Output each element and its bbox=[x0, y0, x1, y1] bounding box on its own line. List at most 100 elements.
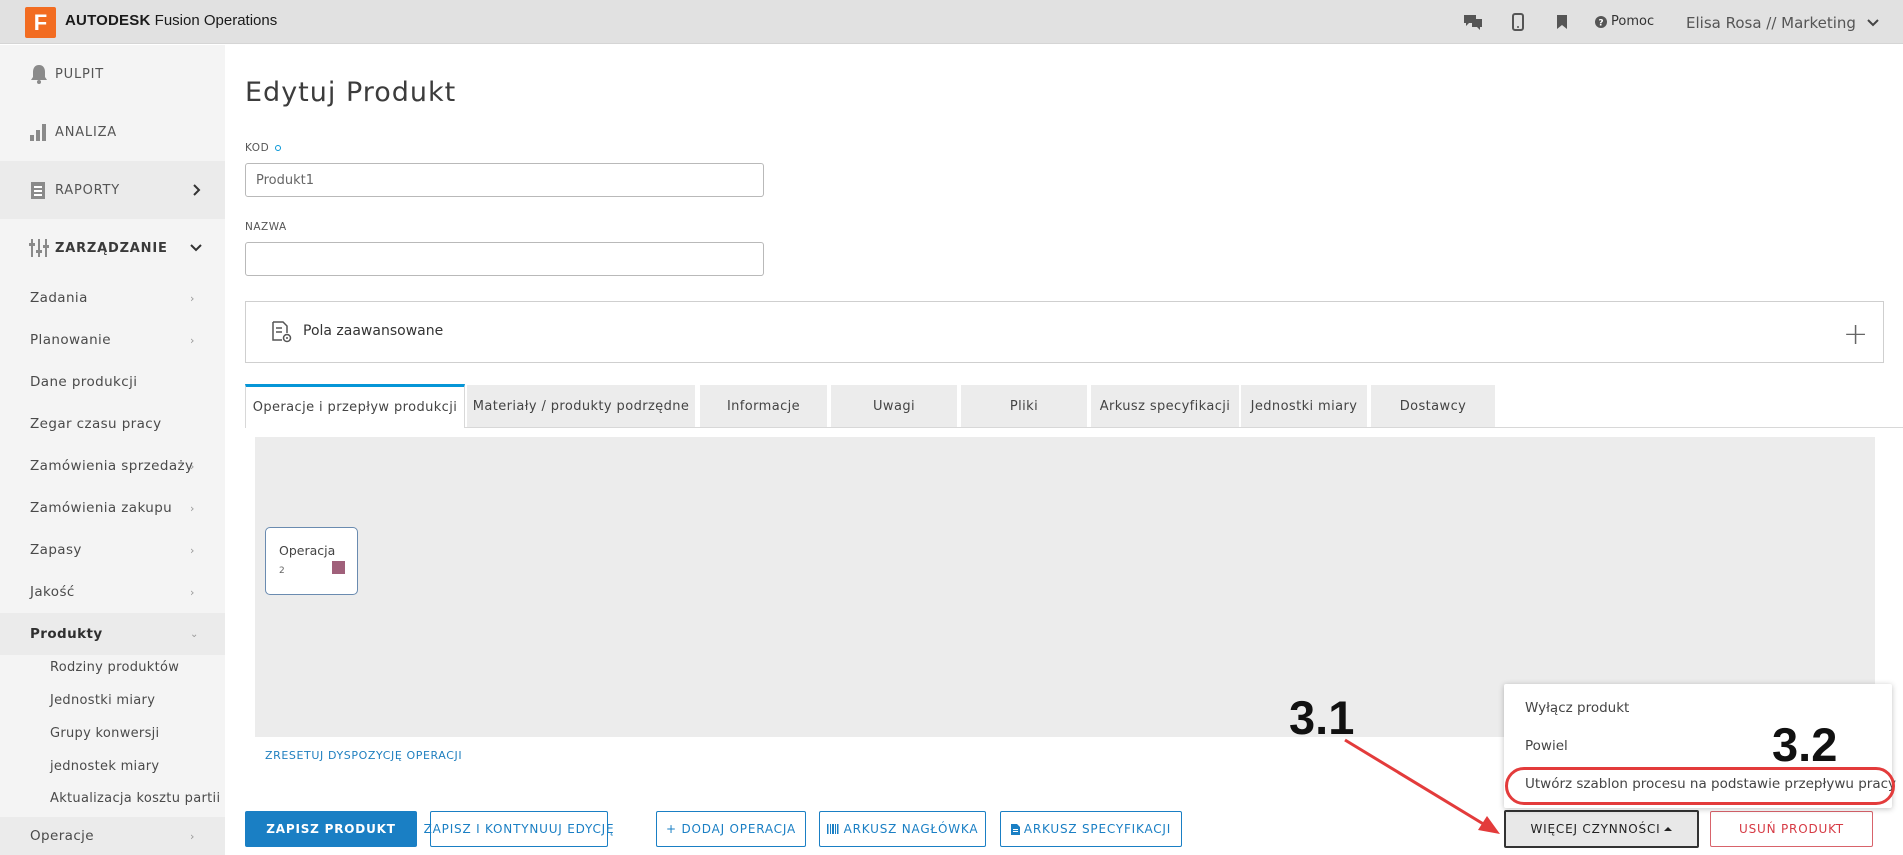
sidebar-item-zapasy[interactable]: Zapasy › bbox=[0, 529, 225, 571]
chevron-down-icon bbox=[190, 244, 202, 252]
header-sheet-label: ARKUSZ NAGŁÓWKA bbox=[843, 822, 979, 836]
document-settings-icon bbox=[272, 321, 292, 343]
top-bar: F AUTODESK Fusion Operations ? Pomoc Eli… bbox=[0, 0, 1903, 44]
sidebar-item-label: Jakość bbox=[30, 584, 75, 600]
operation-node-name: Operacja bbox=[279, 543, 336, 558]
question-circle-icon: ? bbox=[1595, 15, 1607, 28]
report-icon bbox=[31, 182, 45, 199]
brand-rest: Fusion Operations bbox=[154, 12, 278, 29]
bookmark-icon[interactable] bbox=[1551, 12, 1573, 32]
user-menu[interactable]: Elisa Rosa // Marketing bbox=[1686, 14, 1880, 32]
sidebar-item-operacje[interactable]: Operacje › bbox=[0, 817, 225, 855]
tab-pliki[interactable]: Pliki bbox=[961, 385, 1089, 427]
caret-up-icon bbox=[1664, 827, 1673, 831]
nazwa-input[interactable] bbox=[245, 242, 764, 276]
file-icon bbox=[1010, 823, 1020, 835]
save-continue-button[interactable]: ZAPISZ I KONTYNUUJ EDYCJĘ bbox=[424, 811, 614, 847]
chevron-right-icon: › bbox=[190, 459, 195, 473]
chevron-down-icon bbox=[1867, 19, 1879, 27]
sidebar-item-zegar[interactable]: Zegar czasu pracy bbox=[0, 403, 225, 445]
app-logo[interactable]: F bbox=[25, 7, 56, 38]
sidebar-item-label: PULPIT bbox=[55, 66, 105, 82]
header-sheet-button[interactable]: ARKUSZ NAGŁÓWKA bbox=[819, 811, 986, 847]
sidebar-item-zamowienia-sprzedazy[interactable]: Zamówienia sprzedaży › bbox=[0, 445, 225, 487]
svg-text:?: ? bbox=[1598, 18, 1603, 28]
spec-sheet-button[interactable]: ARKUSZ SPECYFIKACJI bbox=[1000, 811, 1182, 847]
help-label: Pomoc bbox=[1611, 14, 1655, 29]
sidebar-item-raporty[interactable]: RAPORTY bbox=[0, 161, 225, 219]
sidebar-item-label: Operacje bbox=[30, 828, 95, 844]
operation-node-marker[interactable] bbox=[332, 561, 345, 574]
sidebar-subitem-rodziny[interactable]: Rodziny produktów bbox=[50, 660, 179, 675]
sidebar-item-label: Produkty bbox=[30, 626, 103, 642]
brand-name: AUTODESK Fusion Operations bbox=[65, 12, 277, 29]
required-indicator-icon bbox=[275, 145, 282, 151]
tab-dostawcy[interactable]: Dostawcy bbox=[1371, 385, 1497, 427]
user-label: Elisa Rosa // Marketing bbox=[1686, 14, 1856, 32]
kod-input-value: Produkt1 bbox=[256, 172, 315, 188]
kod-input[interactable]: Produkt1 bbox=[245, 163, 764, 197]
highlight-ellipse bbox=[1505, 767, 1895, 805]
sidebar-subitem-jednostek-miary[interactable]: jednostek miary bbox=[50, 759, 159, 774]
tab-jednostki-miary[interactable]: Jednostki miary bbox=[1241, 385, 1369, 427]
tab-arkusz-specyfikacji[interactable]: Arkusz specyfikacji bbox=[1091, 385, 1241, 427]
chevron-down-icon: ⌄ bbox=[190, 628, 199, 640]
sidebar-item-analiza[interactable]: ANALIZA bbox=[0, 103, 225, 161]
operation-node[interactable]: Operacja 2 bbox=[265, 527, 358, 595]
annotation-step-b: 3.2 bbox=[1772, 718, 1838, 771]
sidebar-item-label: Zegar czasu pracy bbox=[30, 416, 162, 432]
delete-product-button[interactable]: USUŃ PRODUKT bbox=[1710, 811, 1873, 847]
advanced-fields-panel[interactable]: Pola zaawansowane + bbox=[245, 301, 1884, 363]
sidebar-item-zamowienia-zakupu[interactable]: Zamówienia zakupu › bbox=[0, 487, 225, 529]
save-product-button[interactable]: ZAPISZ PRODUKT bbox=[245, 811, 417, 847]
sidebar-item-label: Zadania bbox=[30, 290, 88, 306]
chevron-right-icon: › bbox=[190, 501, 195, 515]
tab-informacje[interactable]: Informacje bbox=[700, 385, 829, 427]
sidebar-subitem-jednostki[interactable]: Jednostki miary bbox=[50, 693, 155, 708]
sidebar-item-planowanie[interactable]: Planowanie › bbox=[0, 319, 225, 361]
chat-icon[interactable] bbox=[1462, 12, 1484, 32]
chevron-right-icon: › bbox=[190, 585, 195, 599]
sidebar-item-label: Zamówienia sprzedaży bbox=[30, 458, 194, 474]
sidebar-item-pulpit[interactable]: PULPIT bbox=[0, 45, 225, 103]
bar-chart-icon bbox=[30, 124, 46, 141]
help-link[interactable]: ? Pomoc bbox=[1595, 14, 1654, 29]
mobile-icon[interactable] bbox=[1507, 12, 1529, 32]
sidebar-item-zadania[interactable]: Zadania › bbox=[0, 277, 225, 319]
annotation-step-a: 3.1 bbox=[1289, 691, 1355, 744]
chevron-right-icon: › bbox=[190, 829, 195, 843]
kod-label-text: KOD bbox=[245, 142, 270, 154]
more-actions-button[interactable]: WIĘCEJ CZYNNOŚCI bbox=[1504, 810, 1699, 848]
chevron-right-icon: › bbox=[190, 291, 195, 305]
reset-operations-layout-link[interactable]: ZRESETUJ DYSPOZYCJĘ OPERACJI bbox=[265, 749, 462, 762]
more-actions-label: WIĘCEJ CZYNNOŚCI bbox=[1530, 822, 1661, 836]
sidebar-item-label: Zamówienia zakupu bbox=[30, 500, 173, 516]
kod-label: KOD bbox=[245, 142, 282, 154]
sidebar-item-label: Dane produkcji bbox=[30, 374, 138, 390]
dropdown-item-duplicate[interactable]: Powiel bbox=[1525, 738, 1568, 754]
add-operation-button[interactable]: + DODAJ OPERACJA bbox=[656, 811, 806, 847]
tab-operacje[interactable]: Operacje i przepływ produkcji bbox=[245, 384, 465, 428]
brand-strong: AUTODESK bbox=[65, 12, 151, 29]
tab-materialy[interactable]: Materiały / produkty podrzędne bbox=[467, 385, 697, 427]
sidebar-item-label: RAPORTY bbox=[55, 182, 121, 198]
dropdown-item-disable[interactable]: Wyłącz produkt bbox=[1525, 700, 1629, 716]
sidebar-item-zarzadzanie[interactable]: ZARZĄDZANIE bbox=[0, 219, 225, 277]
sidebar-subitem-grupy-konwersji[interactable]: Grupy konwersji bbox=[50, 726, 159, 741]
tab-uwagi[interactable]: Uwagi bbox=[831, 385, 959, 427]
sidebar-subitem-aktualizacja-kosztu[interactable]: Aktualizacja kosztu partii bbox=[50, 791, 220, 806]
sidebar: PULPIT ANALIZA RAPORTY ZARZĄDZANIE Zadan… bbox=[0, 45, 225, 855]
chevron-right-icon: › bbox=[190, 543, 195, 557]
sidebar-item-label: ZARZĄDZANIE bbox=[55, 240, 168, 256]
sidebar-item-jakosc[interactable]: Jakość › bbox=[0, 571, 225, 613]
advanced-fields-label: Pola zaawansowane bbox=[303, 323, 444, 339]
spec-sheet-label: ARKUSZ SPECYFIKACJI bbox=[1023, 822, 1172, 836]
operation-node-number: 2 bbox=[279, 566, 285, 576]
sidebar-item-label: ANALIZA bbox=[55, 124, 117, 140]
chevron-right-icon: › bbox=[190, 333, 195, 347]
chevron-right-icon bbox=[193, 184, 201, 196]
sidebar-item-dane-produkcji[interactable]: Dane produkcji bbox=[0, 361, 225, 403]
sidebar-item-label: Zapasy bbox=[30, 542, 82, 558]
sidebar-item-produkty[interactable]: Produkty ⌄ bbox=[0, 613, 225, 655]
plus-icon[interactable]: + bbox=[1843, 317, 1868, 352]
